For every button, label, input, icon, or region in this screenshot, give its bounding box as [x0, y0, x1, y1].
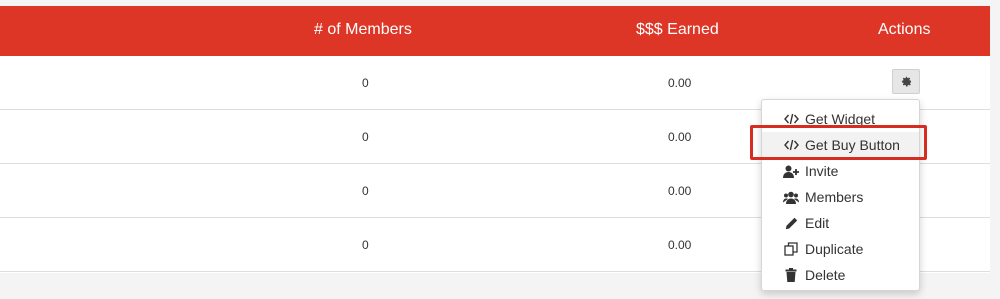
members-column-header[interactable]: # of Members — [314, 21, 412, 39]
earned-cell: 0.00 — [668, 76, 692, 90]
earned-cell: 0.00 — [668, 130, 692, 144]
earned-column-header[interactable]: $$$ Earned — [636, 21, 719, 39]
users-icon — [783, 190, 799, 204]
gear-icon — [901, 76, 911, 87]
code-icon — [783, 112, 799, 126]
copy-icon — [783, 242, 799, 256]
page: # of Members $$$ Earned Actions 0 0.00 0… — [0, 0, 1000, 299]
actions-column-header: Actions — [878, 21, 931, 38]
menu-item-label: Members — [805, 189, 864, 205]
code-icon — [783, 138, 799, 152]
earned-cell: 0.00 — [668, 184, 692, 198]
members-cell: 0 — [362, 184, 369, 198]
menu-item-duplicate[interactable]: Duplicate — [762, 236, 919, 262]
table-header: # of Members $$$ Earned Actions — [0, 6, 990, 56]
actions-dropdown-menu: Get Widget Get Buy Button Invite Members… — [761, 99, 920, 291]
menu-item-get-buy-button[interactable]: Get Buy Button — [762, 132, 919, 158]
members-cell: 0 — [362, 130, 369, 144]
menu-item-label: Get Buy Button — [805, 137, 900, 153]
members-cell: 0 — [362, 76, 369, 90]
actions-gear-button[interactable] — [892, 69, 920, 94]
menu-item-edit[interactable]: Edit — [762, 210, 919, 236]
menu-item-delete[interactable]: Delete — [762, 262, 919, 288]
earned-cell: 0.00 — [668, 238, 692, 252]
pencil-icon — [783, 216, 799, 230]
menu-item-members[interactable]: Members — [762, 184, 919, 210]
user-plus-icon — [783, 164, 799, 178]
menu-item-invite[interactable]: Invite — [762, 158, 919, 184]
menu-item-label: Duplicate — [805, 241, 864, 257]
trash-icon — [783, 268, 799, 282]
menu-item-label: Edit — [805, 215, 830, 231]
members-cell: 0 — [362, 238, 369, 252]
menu-item-get-widget[interactable]: Get Widget — [762, 106, 919, 132]
menu-item-label: Get Widget — [805, 111, 876, 127]
menu-item-label: Delete — [805, 267, 846, 283]
menu-item-label: Invite — [805, 163, 839, 179]
